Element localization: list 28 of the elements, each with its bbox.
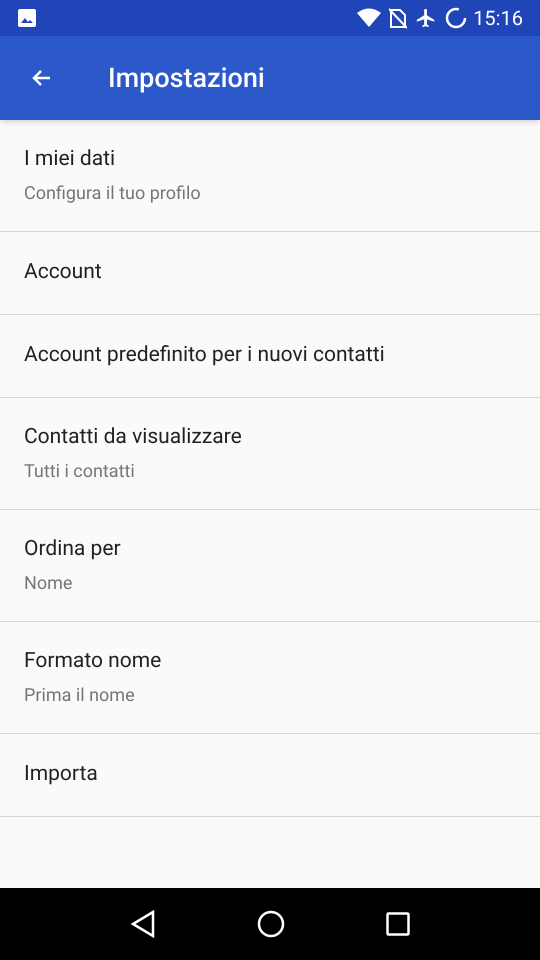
- setting-summary: Nome: [24, 572, 74, 596]
- settings-item[interactable]: Account: [0, 232, 540, 315]
- settings-item[interactable]: Formato nome Prima il nome: [0, 622, 540, 734]
- airplane-icon: [415, 7, 438, 29]
- setting-title: I miei dati: [24, 146, 116, 174]
- settings-item[interactable]: Contatti da visualizzare Tutti i contatti: [0, 398, 540, 510]
- setting-summary: Prima il nome: [24, 684, 136, 708]
- settings-item[interactable]: Importa: [0, 734, 540, 817]
- setting-title: Account predefinito per i nuovi contatti: [24, 342, 386, 370]
- clock: 15:16: [473, 5, 523, 32]
- setting-title: Ordina per: [24, 536, 122, 564]
- setting-title: Account: [24, 259, 103, 286]
- setting-title: Formato nome: [24, 648, 162, 676]
- setting-summary: Configura il tuo profilo: [24, 182, 202, 206]
- screen-title: Impostazioni: [108, 60, 265, 96]
- wifi-icon: [357, 8, 382, 28]
- setting-title: Importa: [24, 761, 99, 788]
- home-nav-icon[interactable]: [256, 910, 285, 938]
- settings-item[interactable]: I miei dati Configura il tuo profilo: [0, 120, 540, 232]
- no-sim-icon: [389, 7, 408, 29]
- back-nav-icon[interactable]: [130, 910, 156, 938]
- settings-item[interactable]: Account predefinito per i nuovi contatti: [0, 315, 540, 398]
- recents-nav-icon[interactable]: [386, 912, 410, 936]
- loading-ring-icon: [445, 7, 468, 29]
- settings-item[interactable]: Ordina per Nome: [0, 510, 540, 622]
- setting-summary: Tutti i contatti: [24, 460, 136, 484]
- setting-title: Contatti da visualizzare: [24, 424, 243, 452]
- image-icon: [17, 8, 37, 28]
